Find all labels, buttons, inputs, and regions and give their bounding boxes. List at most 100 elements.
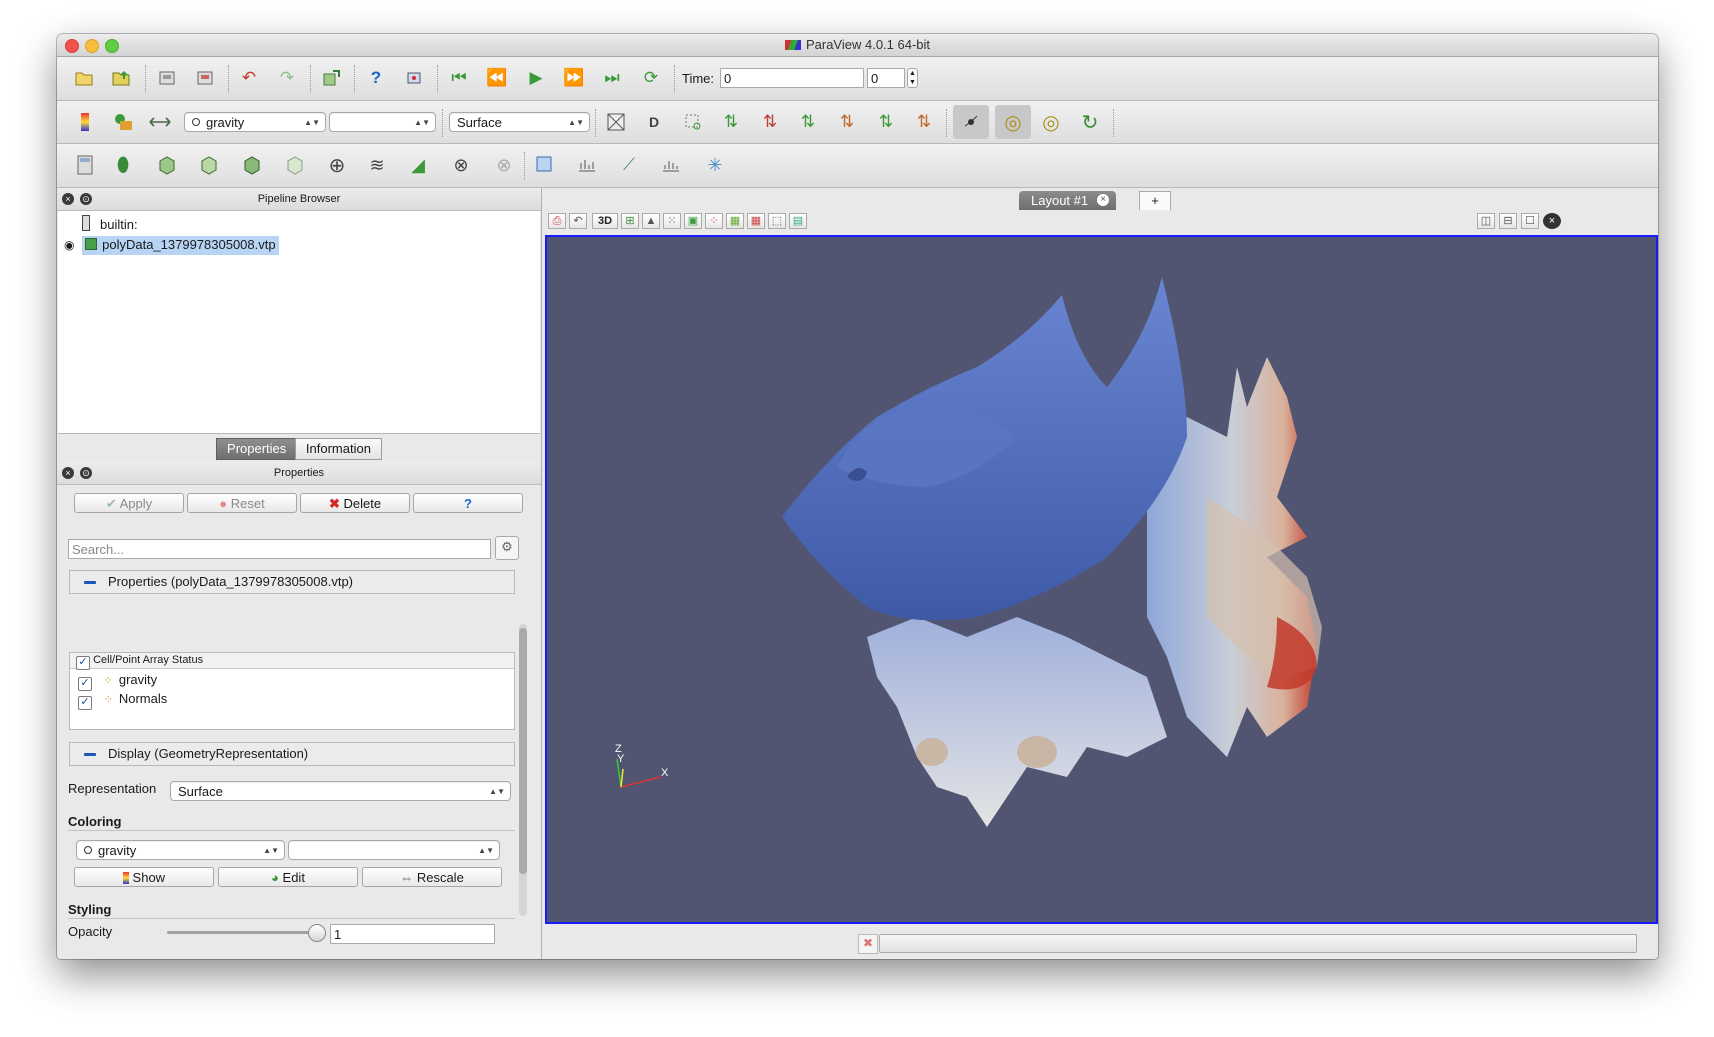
last-frame-icon[interactable]: ⏭ bbox=[598, 64, 626, 92]
select-points-on-icon[interactable]: ⁙ bbox=[663, 213, 681, 229]
add-layout-button[interactable]: + bbox=[1139, 191, 1171, 211]
dock-close-icon[interactable]: × bbox=[62, 193, 74, 205]
open-recent-icon[interactable] bbox=[108, 64, 136, 92]
histogram-icon[interactable] bbox=[657, 151, 685, 179]
zoom-to-data-icon[interactable]: D bbox=[640, 108, 668, 136]
clear-selection-icon[interactable]: ⬚ bbox=[768, 213, 786, 229]
color-legend-icon[interactable] bbox=[71, 108, 99, 136]
clip-icon[interactable] bbox=[153, 151, 181, 179]
probe-over-time-icon[interactable] bbox=[573, 151, 601, 179]
pipeline-browser[interactable]: builtin: ◉ polyData_1379978305008.vtp bbox=[58, 211, 540, 434]
layout-tab[interactable]: Layout #1 × bbox=[1019, 191, 1117, 210]
python-filter-icon[interactable]: ✳ bbox=[701, 151, 729, 179]
select-block-icon[interactable]: ▦ bbox=[726, 213, 744, 229]
color-array-select[interactable]: gravity ▲▼ bbox=[184, 112, 326, 132]
split-vertical-icon[interactable]: ⊟ bbox=[1499, 213, 1517, 229]
capture-image-icon[interactable]: ⎙ bbox=[548, 213, 566, 229]
extract-level-icon[interactable]: ⊗ bbox=[490, 151, 518, 179]
rendered-surface[interactable] bbox=[547, 237, 1656, 922]
group-datasets-icon[interactable]: ⊗ bbox=[447, 151, 475, 179]
previous-frame-icon[interactable]: ⏪ bbox=[483, 64, 511, 92]
glyph-icon[interactable]: ⊕ bbox=[323, 151, 351, 179]
properties-section-header[interactable]: Properties (polyData_1379978305008.vtp) bbox=[69, 570, 515, 594]
loop-icon[interactable]: ⟳ bbox=[637, 64, 665, 92]
view-minus-x-icon[interactable]: ⇅ bbox=[756, 108, 784, 136]
view-plus-x-icon[interactable]: ⇅ bbox=[717, 108, 745, 136]
edit-colormap-button[interactable]: ◕ Edit bbox=[218, 867, 358, 887]
check-all-checkbox[interactable]: ✓ bbox=[76, 656, 90, 670]
select-cells-through-icon[interactable]: ▣ bbox=[684, 213, 702, 229]
rotation-center-icon[interactable]: ↻ bbox=[1076, 108, 1104, 136]
play-icon[interactable]: ▶ bbox=[522, 64, 550, 92]
connect-icon[interactable] bbox=[317, 64, 345, 92]
contour-icon[interactable]: ⬮ bbox=[109, 151, 137, 179]
interactive-select-icon[interactable]: ▦ bbox=[747, 213, 765, 229]
tab-information[interactable]: Information bbox=[294, 438, 382, 460]
apply-button[interactable]: ✔ Apply bbox=[74, 493, 184, 513]
rescale-button[interactable]: ⇔ Rescale bbox=[362, 867, 502, 887]
extract-subset-icon[interactable] bbox=[281, 151, 309, 179]
color-component-select[interactable]: ▲▼ bbox=[329, 112, 436, 132]
render-view[interactable]: X Y Z bbox=[545, 235, 1658, 924]
timestep-spinbox[interactable]: 0 bbox=[867, 68, 905, 88]
slice-icon[interactable] bbox=[195, 151, 223, 179]
view-mode-button[interactable]: 3D bbox=[592, 213, 618, 229]
undo-icon[interactable]: ↶ bbox=[235, 64, 263, 92]
threshold-icon[interactable] bbox=[238, 151, 266, 179]
dock-close-icon[interactable]: × bbox=[62, 467, 74, 479]
reset-button[interactable]: ● Reset bbox=[187, 493, 297, 513]
close-view-icon[interactable]: × bbox=[1543, 213, 1561, 229]
camera-icon[interactable]: ⊞ bbox=[621, 213, 639, 229]
opacity-slider-track[interactable] bbox=[167, 931, 317, 934]
show-colorbar-button[interactable]: Show bbox=[74, 867, 214, 887]
array-status-header[interactable]: ✓ Cell/Point Array Status bbox=[70, 653, 514, 670]
array-status-list[interactable]: ✓ Cell/Point Array Status ✓ ⁘ gravity ✓ ⁘… bbox=[69, 652, 515, 730]
window-close-button[interactable] bbox=[65, 39, 79, 53]
properties-scrollbar[interactable] bbox=[519, 624, 527, 916]
maximize-view-icon[interactable]: ☐ bbox=[1521, 213, 1539, 229]
pick-center-icon[interactable] bbox=[400, 64, 428, 92]
normals-checkbox[interactable]: ✓ bbox=[78, 696, 92, 710]
reset-center-icon[interactable]: ◎ bbox=[1037, 108, 1065, 136]
open-icon[interactable] bbox=[71, 64, 99, 92]
view-plus-y-icon[interactable]: ⇅ bbox=[794, 108, 822, 136]
eye-icon[interactable]: ◉ bbox=[64, 238, 74, 252]
center-axes-icon[interactable] bbox=[953, 105, 989, 139]
view-minus-y-icon[interactable]: ⇅ bbox=[833, 108, 861, 136]
window-zoom-button[interactable] bbox=[105, 39, 119, 53]
edit-color-map-icon[interactable] bbox=[109, 108, 137, 136]
calculator-icon[interactable] bbox=[71, 151, 99, 179]
stream-tracer-icon[interactable]: ≋ bbox=[363, 151, 391, 179]
plot-over-line-icon[interactable]: ⟋ bbox=[615, 151, 643, 179]
reset-camera-icon[interactable] bbox=[602, 108, 630, 136]
gear-icon[interactable]: ⚙ bbox=[495, 536, 519, 560]
warp-by-vector-icon[interactable]: ◢ bbox=[404, 151, 432, 179]
show-center-icon[interactable]: ◎ bbox=[995, 105, 1031, 139]
pipeline-item-polydata[interactable]: ◉ polyData_1379978305008.vtp bbox=[64, 236, 279, 255]
timestep-stepper[interactable]: ▲ ▼ bbox=[907, 68, 918, 88]
view-minus-z-icon[interactable]: ⇅ bbox=[910, 108, 938, 136]
tab-properties[interactable]: Properties bbox=[216, 438, 298, 460]
help-icon[interactable]: ? bbox=[362, 64, 390, 92]
next-frame-icon[interactable]: ⏩ bbox=[560, 64, 588, 92]
coloring-array-select[interactable]: gravity ▲▼ bbox=[76, 840, 285, 860]
select-points-through-icon[interactable]: ⁘ bbox=[705, 213, 723, 229]
spreadsheet-icon[interactable]: ▤ bbox=[789, 213, 807, 229]
close-layout-icon[interactable]: × bbox=[1097, 194, 1110, 206]
search-input[interactable]: Search... bbox=[68, 539, 491, 559]
plot-selection-icon[interactable] bbox=[531, 151, 559, 179]
list-item[interactable]: ✓ ⁘ Normals bbox=[78, 691, 167, 710]
dock-float-icon[interactable]: ⊙ bbox=[80, 193, 92, 205]
window-minimize-button[interactable] bbox=[85, 39, 99, 53]
representation-select[interactable]: Surface ▲▼ bbox=[449, 112, 590, 132]
rescale-range-icon[interactable] bbox=[146, 108, 174, 136]
delete-button[interactable]: ✖ Delete bbox=[300, 493, 410, 513]
coloring-component-select[interactable]: ▲▼ bbox=[288, 840, 500, 860]
pipeline-item-builtin[interactable]: builtin: bbox=[82, 215, 138, 233]
load-state-icon[interactable] bbox=[191, 64, 219, 92]
redo-icon[interactable]: ↷ bbox=[273, 64, 301, 92]
split-horizontal-icon[interactable]: ◫ bbox=[1477, 213, 1495, 229]
time-input[interactable]: 0 bbox=[720, 68, 864, 88]
zoom-to-box-icon[interactable] bbox=[679, 108, 707, 136]
abort-icon[interactable]: ✖ bbox=[858, 934, 878, 954]
